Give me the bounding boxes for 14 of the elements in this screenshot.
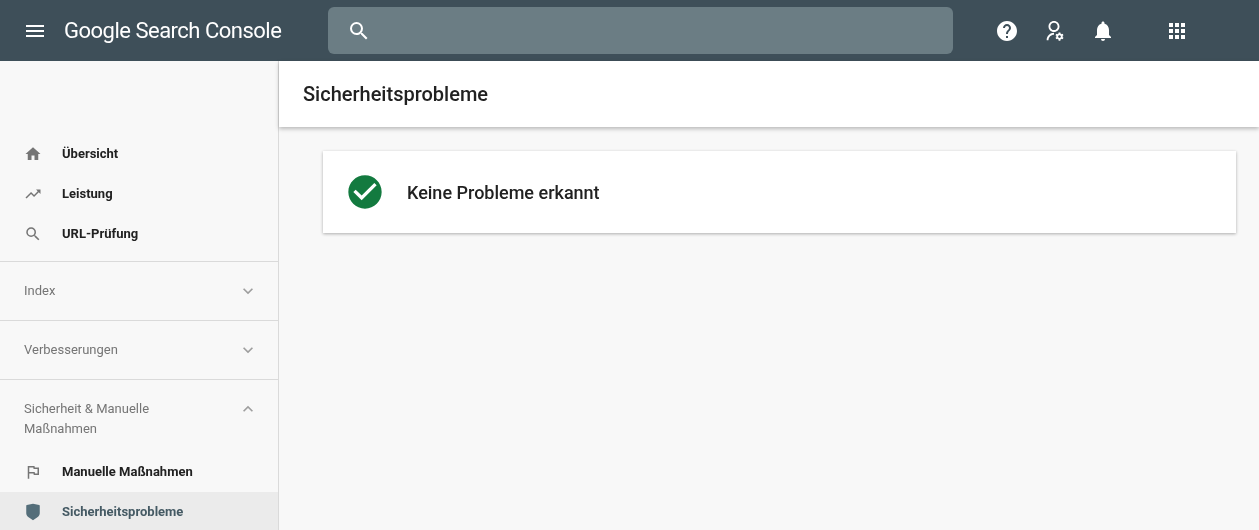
app-title: Google Search Console (64, 17, 283, 45)
nav-item[interactable]: Leistung (0, 174, 278, 214)
shield-icon (24, 503, 42, 521)
search-icon (24, 225, 42, 243)
search-field[interactable] (328, 7, 953, 54)
nav-item[interactable]: URL-Prüfung (0, 214, 278, 254)
section-header[interactable]: Verbesserungen (0, 321, 278, 379)
page-title: Sicherheitsprobleme (303, 81, 488, 108)
status-message: Keine Probleme erkannt (407, 180, 600, 205)
help-icon[interactable] (995, 18, 1019, 43)
nav-item[interactable]: Sicherheitsprobleme (0, 492, 278, 530)
nav-item[interactable]: Übersicht (0, 134, 278, 174)
home-icon (24, 145, 42, 163)
section-header[interactable]: Index (0, 262, 278, 320)
